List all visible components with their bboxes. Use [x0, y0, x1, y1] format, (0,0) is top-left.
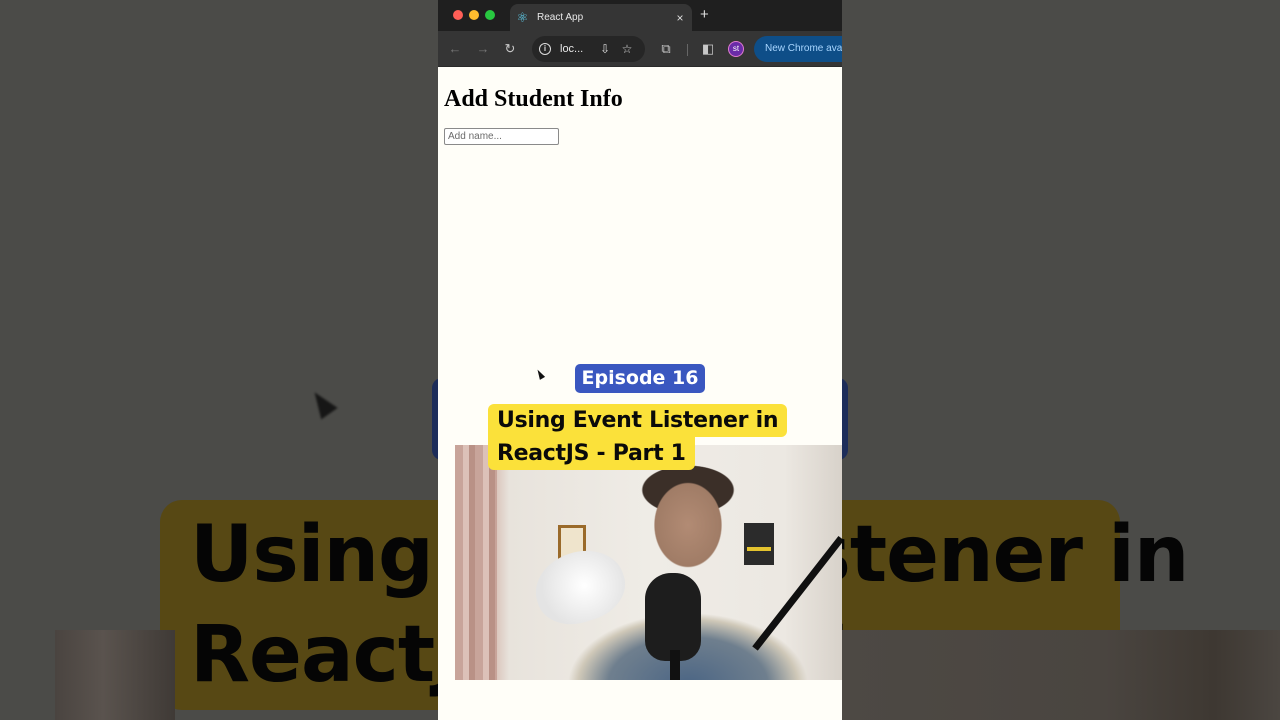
background-video-strip [842, 630, 1280, 720]
video-title-line-1: Using Event Listener in [488, 404, 788, 437]
video-title-overlay: Using Event Listener in ReactJS - Part 1 [488, 404, 791, 470]
reload-button[interactable]: ↻ [501, 40, 519, 58]
wall-poster [744, 523, 774, 565]
toolbar-divider [687, 44, 688, 56]
browser-toolbar: ← → ↻ i loc... ⇩ ☆ ⧉ ◧ st New Chrome ava… [438, 31, 842, 67]
photo-umbrella [526, 539, 634, 635]
microphone-stand [670, 650, 680, 680]
tab-title: React App [537, 12, 584, 23]
curtain [455, 445, 497, 680]
profile-avatar[interactable]: st [728, 41, 744, 57]
forward-button[interactable]: → [474, 40, 492, 58]
tab-react-app[interactable]: ⚛ React App × [510, 4, 692, 31]
new-tab-button[interactable]: + [700, 6, 709, 24]
install-app-icon[interactable]: ⇩ [596, 42, 614, 56]
background-video-strip [55, 630, 175, 720]
tab-bar: ⚛ React App × + [438, 0, 842, 31]
update-chrome-button[interactable]: New Chrome available [754, 36, 842, 62]
address-bar[interactable]: i loc... ⇩ ☆ [532, 36, 645, 62]
name-input[interactable] [444, 128, 559, 145]
episode-badge: Episode 16 [575, 364, 705, 393]
site-info-icon[interactable]: i [539, 43, 551, 55]
video-title-line-2: ReactJS - Part 1 [488, 437, 695, 470]
maximize-window-button[interactable] [485, 10, 495, 20]
page-content: Add Student Info [438, 67, 842, 145]
tab-close-button[interactable]: × [672, 11, 688, 25]
extensions-puzzle-icon[interactable]: ⧉ [657, 40, 675, 58]
mouse-cursor-icon [534, 368, 546, 380]
url-text[interactable]: loc... [560, 43, 592, 55]
close-window-button[interactable] [453, 10, 463, 20]
background-cursor-icon [306, 386, 338, 420]
presenter-video [455, 445, 842, 680]
browser-window: ⚛ React App × + ← → ↻ i loc... ⇩ ☆ ⧉ ◧ s… [438, 0, 842, 720]
side-panel-icon[interactable]: ◧ [699, 40, 717, 58]
page-heading: Add Student Info [444, 86, 623, 112]
microphone-icon [645, 573, 701, 661]
bookmark-star-icon[interactable]: ☆ [618, 42, 636, 56]
back-button[interactable]: ← [446, 40, 464, 58]
react-logo-icon: ⚛ [516, 10, 529, 25]
minimize-window-button[interactable] [469, 10, 479, 20]
